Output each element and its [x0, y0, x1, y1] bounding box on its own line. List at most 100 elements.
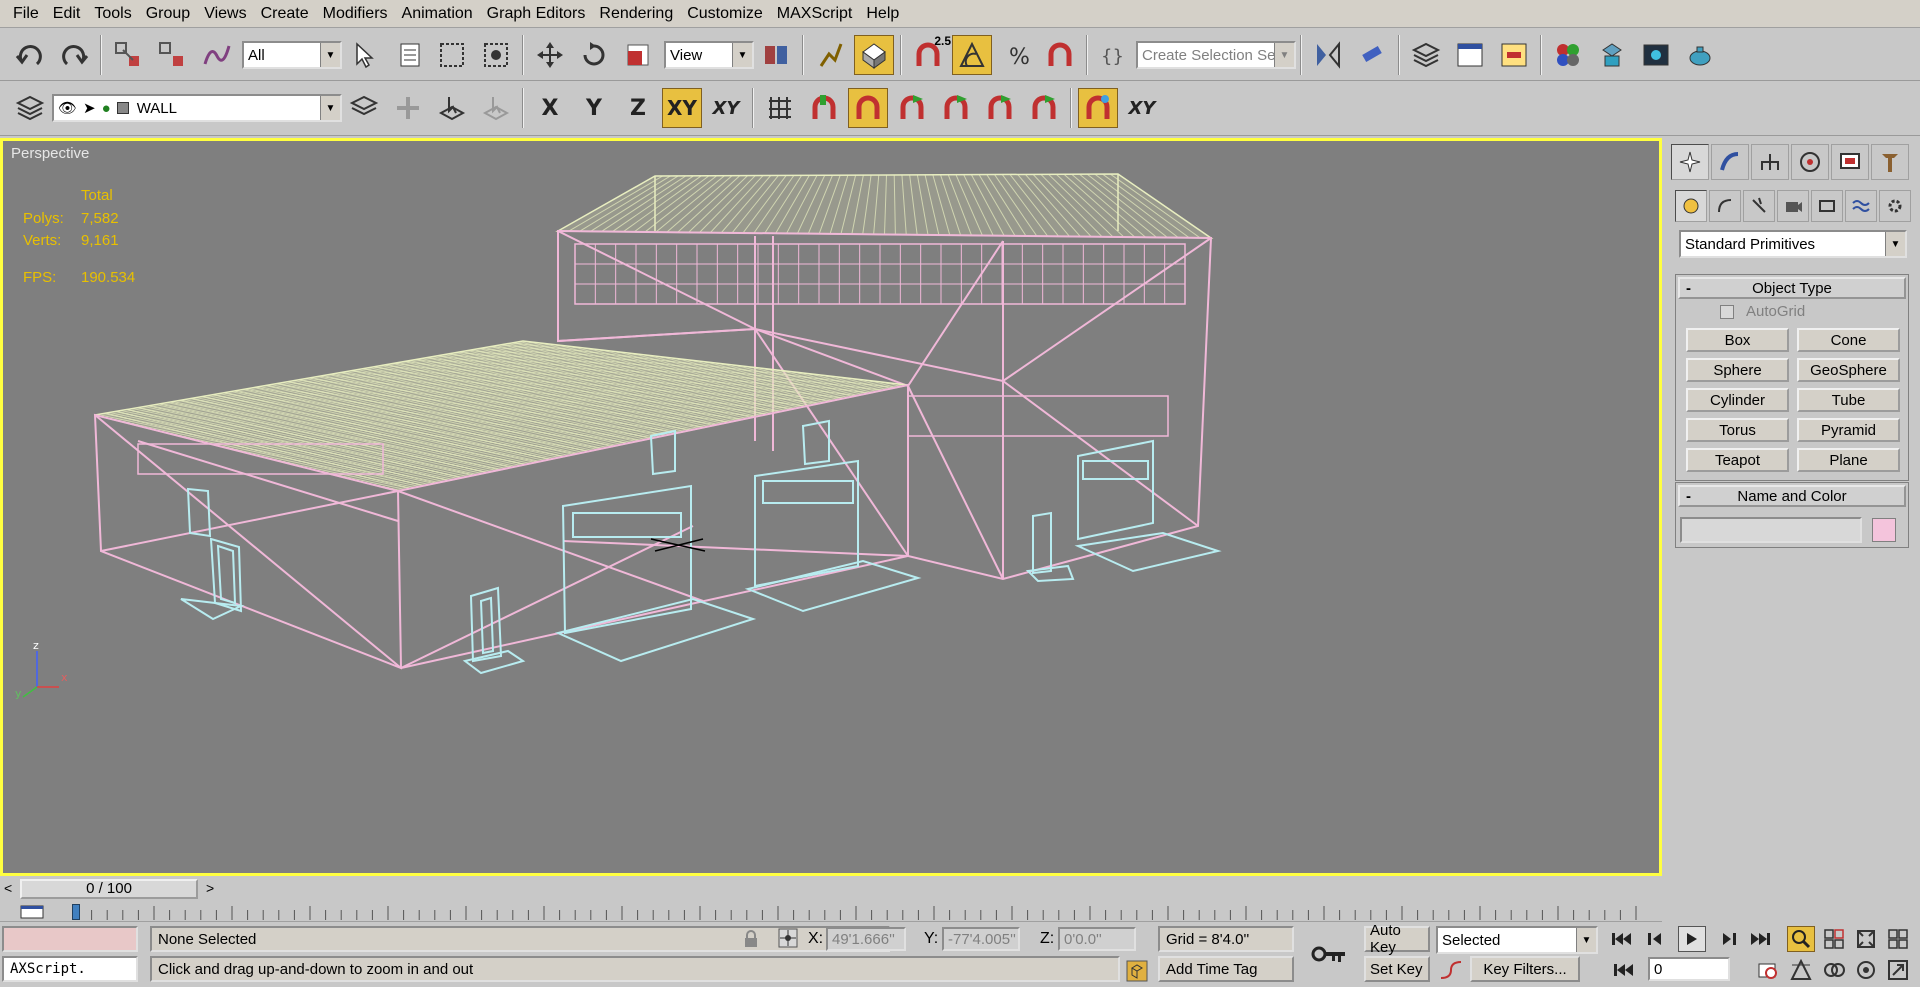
menu-customize[interactable]: Customize [680, 5, 770, 23]
select-and-manipulate-icon[interactable] [810, 35, 850, 75]
field-of-view-icon[interactable] [1787, 957, 1815, 983]
object-color-swatch[interactable] [1872, 518, 1896, 542]
add-to-layer-icon[interactable] [388, 88, 428, 128]
menu-rendering[interactable]: Rendering [592, 5, 680, 23]
layer-properties-icon[interactable] [10, 88, 50, 128]
autogrid-checkbox[interactable] [1720, 304, 1734, 319]
material-editor-icon[interactable] [1548, 35, 1588, 75]
snap-edge-icon[interactable] [980, 88, 1020, 128]
z-coord-input[interactable]: 0'0.0'' [1058, 927, 1136, 951]
bind-to-space-warp-icon[interactable] [196, 35, 236, 75]
geosphere-button[interactable]: GeoSphere [1797, 358, 1900, 382]
create-tab-icon[interactable] [1671, 144, 1709, 180]
named-selection-dropdown[interactable]: Create Selection Set ▼ [1136, 41, 1296, 69]
set-key-button[interactable]: Set Key [1364, 956, 1430, 982]
schematic-view-icon[interactable] [1494, 35, 1534, 75]
zoom-extents-all-icon[interactable] [1884, 926, 1912, 952]
time-configuration-icon[interactable] [1754, 957, 1782, 983]
menu-graph-editors[interactable]: Graph Editors [480, 5, 593, 23]
snap-pivot-icon[interactable] [804, 88, 844, 128]
angle-snap-icon[interactable] [952, 35, 992, 75]
systems-category-icon[interactable] [1879, 190, 1911, 222]
x-coord-input[interactable]: 49'1.666'' [826, 927, 906, 951]
undo-icon[interactable] [10, 35, 50, 75]
shapes-category-icon[interactable] [1709, 190, 1741, 222]
track-bar-current-frame-marker[interactable] [72, 904, 80, 920]
space-warps-category-icon[interactable] [1845, 190, 1877, 222]
pan-view-icon[interactable] [1820, 957, 1848, 983]
selection-lock-icon[interactable] [744, 930, 758, 952]
absolute-mode-transform-icon[interactable] [778, 928, 798, 952]
object-type-header[interactable]: - Object Type [1678, 277, 1906, 299]
render-setup-icon[interactable] [1592, 35, 1632, 75]
hierarchy-tab-icon[interactable] [1751, 144, 1789, 180]
menu-edit[interactable]: Edit [46, 5, 88, 23]
reference-coordinate-dropdown[interactable]: View ▼ [664, 41, 754, 69]
menu-modifiers[interactable]: Modifiers [316, 5, 395, 23]
track-bar[interactable] [0, 902, 1662, 922]
selection-filter-dropdown[interactable]: All ▼ [242, 41, 342, 69]
maxscript-listener-input[interactable]: AXScript. [2, 956, 138, 982]
set-current-layer-icon[interactable] [476, 88, 516, 128]
snap-endpoint-icon[interactable] [892, 88, 932, 128]
mirror-icon[interactable] [1308, 35, 1348, 75]
scale-icon[interactable] [618, 35, 658, 75]
layer-render-icon[interactable]: ● [102, 100, 111, 117]
axis-xy-flyout-button[interactable]: XY [706, 88, 746, 128]
snaps-toggle-icon[interactable]: 2.5 [908, 34, 951, 75]
geometry-category-icon[interactable] [1675, 190, 1707, 222]
key-mode-dropdown[interactable]: Selected ▼ [1436, 926, 1598, 954]
select-objects-in-layer-icon[interactable] [432, 88, 472, 128]
select-object-icon[interactable] [344, 35, 384, 75]
constraint-xy-button[interactable]: XY [1122, 88, 1162, 128]
teapot-button[interactable]: Teapot [1686, 448, 1789, 472]
menu-group[interactable]: Group [139, 5, 197, 23]
orbit-icon[interactable] [1852, 957, 1880, 983]
y-coord-input[interactable]: -77'4.005'' [942, 927, 1020, 951]
layer-manager-icon[interactable] [1406, 35, 1446, 75]
axis-y-button[interactable]: Y [574, 88, 614, 128]
align-icon[interactable] [1352, 35, 1392, 75]
menu-tools[interactable]: Tools [87, 5, 138, 23]
plane-button[interactable]: Plane [1797, 448, 1900, 472]
edit-named-selection-icon[interactable]: {} [1094, 35, 1134, 75]
key-mode-toggle-icon[interactable] [1610, 957, 1638, 983]
utilities-tab-icon[interactable] [1871, 144, 1909, 180]
cylinder-button[interactable]: Cylinder [1686, 388, 1789, 412]
use-pivot-center-icon[interactable] [756, 35, 796, 75]
lights-category-icon[interactable] [1743, 190, 1775, 222]
create-new-layer-icon[interactable] [344, 88, 384, 128]
percent-snap-icon[interactable]: % [996, 35, 1036, 75]
redo-icon[interactable] [54, 35, 94, 75]
layer-visible-icon[interactable]: 👁 [58, 99, 77, 117]
window-crossing-icon[interactable] [476, 35, 516, 75]
axis-x-button[interactable]: X [530, 88, 570, 128]
select-and-link-icon[interactable] [108, 35, 148, 75]
torus-button[interactable]: Torus [1686, 418, 1789, 442]
play-icon[interactable] [1678, 926, 1706, 952]
pyramid-button[interactable]: Pyramid [1797, 418, 1900, 442]
keyboard-shortcut-override-icon[interactable] [854, 35, 894, 75]
time-slider-thumb[interactable]: 0 / 100 [20, 879, 198, 899]
curve-editor-icon[interactable] [1450, 35, 1490, 75]
axis-z-button[interactable]: Z [618, 88, 658, 128]
next-frame-icon[interactable] [1712, 926, 1740, 952]
viewport-label[interactable]: Perspective [11, 145, 89, 162]
rendered-frame-window-icon[interactable] [1636, 35, 1676, 75]
menu-file[interactable]: File [6, 5, 46, 23]
zoom-icon[interactable] [1787, 926, 1815, 952]
layer-freeze-icon[interactable]: ➤ [83, 99, 96, 117]
cameras-category-icon[interactable] [1777, 190, 1809, 222]
maximize-viewport-icon[interactable] [1884, 957, 1912, 983]
perspective-viewport[interactable]: z x y Perspective Total Polys: 7,582 Vert… [0, 138, 1662, 876]
snap-vertex-icon[interactable] [848, 88, 888, 128]
unlink-selection-icon[interactable] [152, 35, 192, 75]
zoom-extents-icon[interactable] [1852, 926, 1880, 952]
name-and-color-header[interactable]: - Name and Color [1678, 485, 1906, 507]
key-filters-button[interactable]: Key Filters... [1470, 956, 1580, 982]
object-name-input[interactable] [1680, 517, 1862, 543]
auto-key-button[interactable]: Auto Key [1364, 922, 1430, 956]
render-production-icon[interactable] [1680, 35, 1720, 75]
helpers-category-icon[interactable] [1811, 190, 1843, 222]
motion-tab-icon[interactable] [1791, 144, 1829, 180]
